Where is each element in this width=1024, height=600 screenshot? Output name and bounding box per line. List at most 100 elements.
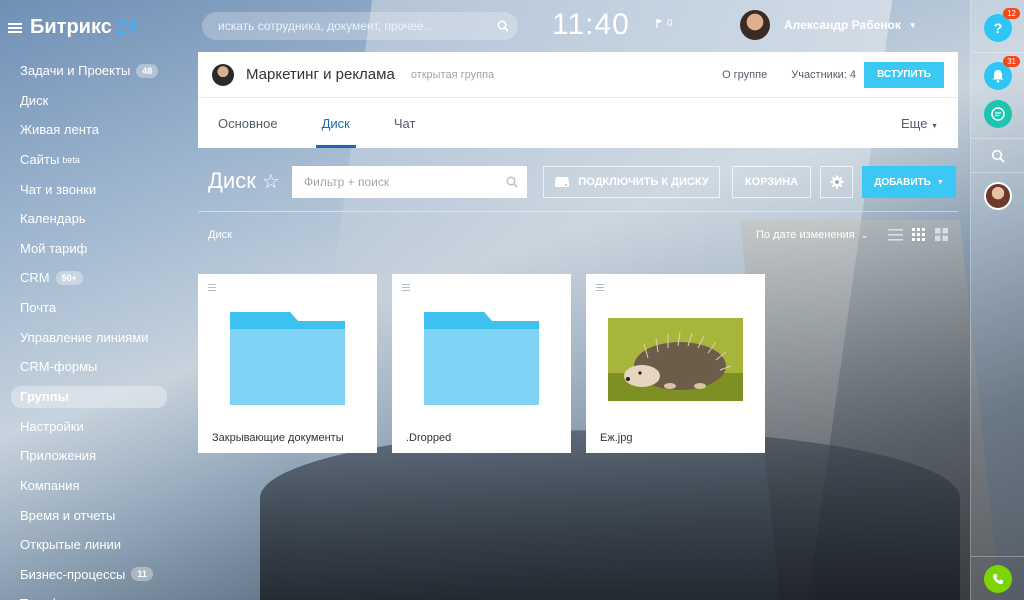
trash-label: КОРЗИНА: [744, 176, 799, 188]
sidebar-item[interactable]: Задачи и Проекты 48: [11, 56, 167, 86]
add-label: ДОБАВИТЬ: [874, 176, 931, 188]
sidebar-item-label: Настройки: [20, 418, 84, 434]
sidebar-item[interactable]: Живая лента: [11, 115, 167, 145]
flag-count: 0: [667, 18, 673, 29]
search-icon[interactable]: [488, 20, 518, 32]
global-search[interactable]: искать сотрудника, документ, прочее...: [202, 12, 518, 40]
join-button[interactable]: ВСТУПИТЬ: [864, 61, 944, 88]
filter-input[interactable]: Фильтр + поиск: [304, 175, 497, 189]
file-name[interactable]: Закрывающие документы: [212, 432, 344, 444]
logo[interactable]: Битрикс 24: [30, 16, 138, 39]
sidebar-menu: Задачи и Проекты 48 Диск Живая лента Сайты be…: [11, 56, 168, 600]
sort-label: По дате изменения: [756, 229, 855, 241]
file-name[interactable]: .Dropped: [406, 432, 451, 444]
view-switcher: [888, 227, 949, 242]
notifications-button[interactable]: 31: [984, 56, 1020, 90]
phone-button[interactable]: [984, 565, 1012, 593]
grid-view-icon[interactable]: [911, 227, 926, 242]
sidebar-item[interactable]: Приложения: [11, 441, 167, 471]
sort-selector[interactable]: По дате изменения ⌄: [756, 229, 868, 241]
sidebar-item[interactable]: CRM 50+: [11, 263, 167, 293]
folder-card[interactable]: Закрывающие документы: [198, 274, 377, 453]
sidebar-item-label: Приложения: [20, 448, 97, 464]
add-button[interactable]: ДОБАВИТЬ ▼: [862, 166, 956, 198]
sidebar-item[interactable]: Чат и звонки: [11, 174, 167, 204]
page-title-text: Диск: [208, 168, 256, 193]
help-button[interactable]: ? 12: [984, 8, 1020, 42]
sidebar-item-label: Открытые линии: [20, 537, 122, 553]
sidebar-item-label: Чат и звонки: [20, 181, 97, 197]
sidebar-item[interactable]: Бизнес-процессы 11: [11, 560, 167, 590]
search-input[interactable]: искать сотрудника, документ, прочее...: [218, 19, 488, 33]
hedgehog-image-thumbnail: [608, 318, 743, 401]
avatar[interactable]: [740, 10, 770, 40]
chat-button[interactable]: [984, 100, 1012, 128]
drag-handle-icon[interactable]: [208, 284, 216, 291]
sidebar-item[interactable]: Сайты beta: [11, 145, 167, 175]
breadcrumb[interactable]: Диск: [208, 229, 232, 241]
sidebar-item[interactable]: CRM-формы: [11, 352, 167, 382]
user-name[interactable]: Александр Рабенок: [784, 18, 901, 32]
counter-badge: 11: [131, 567, 153, 582]
sidebar-item-label: CRM: [20, 270, 50, 286]
more-label: Еще: [900, 115, 928, 131]
filter-search[interactable]: Фильтр + поиск: [292, 166, 527, 198]
sidebar-item[interactable]: Календарь: [11, 204, 167, 234]
file-name[interactable]: Еж.jpg: [600, 432, 632, 444]
drag-handle-icon[interactable]: [402, 284, 410, 291]
divider: [198, 211, 958, 212]
star-icon[interactable]: ☆: [262, 169, 280, 194]
tile-view-icon[interactable]: [934, 227, 949, 242]
beta-label: beta: [62, 154, 80, 165]
group-tab[interactable]: Основное: [218, 98, 278, 148]
group-members-link[interactable]: Участники: 4: [791, 69, 856, 81]
more-menu[interactable]: Еще ▼: [901, 116, 938, 131]
sidebar-item[interactable]: Диск: [11, 86, 167, 116]
group-avatar[interactable]: [212, 63, 234, 86]
bell-icon: [992, 70, 1004, 83]
sidebar-item[interactable]: Компания: [11, 471, 167, 501]
notifications-counter: 31: [1003, 56, 1020, 67]
group-about-link[interactable]: О группе: [722, 69, 767, 81]
settings-button[interactable]: [820, 166, 853, 198]
connect-disk-button[interactable]: ПОДКЛЮЧИТЬ К ДИСКУ: [543, 166, 720, 198]
sidebar-item[interactable]: Телефония: [11, 589, 167, 600]
search-icon: [991, 149, 1005, 163]
sidebar-item[interactable]: Открытые линии: [11, 530, 167, 560]
sidebar-item-label: Время и отчеты: [20, 507, 116, 523]
search-icon[interactable]: [497, 176, 527, 188]
gear-icon: [830, 175, 843, 189]
contact-avatar[interactable]: [984, 182, 1012, 210]
chat-icon: [991, 107, 1005, 121]
list-view-icon[interactable]: [888, 227, 903, 242]
sidebar-item-label: Компания: [20, 478, 80, 494]
group-tab[interactable]: Чат: [394, 98, 416, 148]
flag-counter[interactable]: 0: [656, 18, 673, 29]
group-header-card: Маркетинг и реклама открытая группа О гр…: [198, 52, 958, 148]
trash-button[interactable]: КОРЗИНА: [732, 166, 811, 198]
sidebar-item-label: Задачи и Проекты: [20, 63, 131, 79]
clock[interactable]: 11:40: [552, 8, 630, 42]
logo-name: Битрикс: [30, 16, 112, 38]
sidebar-item[interactable]: Управление линиями: [11, 322, 167, 352]
folder-card[interactable]: .Dropped: [392, 274, 571, 453]
search-button[interactable]: [984, 142, 1012, 170]
counter-badge: 48: [136, 63, 159, 78]
sidebar-item[interactable]: Настройки: [11, 412, 167, 442]
hard-drive-icon: [555, 177, 570, 187]
group-title[interactable]: Маркетинг и реклама: [246, 66, 395, 83]
group-tab[interactable]: Диск: [315, 98, 357, 148]
image-card[interactable]: Еж.jpg: [586, 274, 765, 453]
chevron-down-icon[interactable]: ▼: [909, 21, 917, 30]
sidebar-item[interactable]: Группы: [11, 385, 168, 408]
sidebar-item[interactable]: Мой тариф: [11, 234, 167, 264]
sidebar-item-label: Телефония: [20, 596, 88, 600]
menu-icon[interactable]: [8, 22, 22, 33]
sidebar-item[interactable]: Время и отчеты: [11, 500, 167, 530]
help-icon: ?: [993, 20, 1003, 36]
sidebar-item-label: Календарь: [20, 211, 86, 227]
user-menu[interactable]: Александр Рабенок ▼: [740, 10, 917, 40]
drag-handle-icon[interactable]: [596, 284, 604, 291]
help-counter: 12: [1003, 8, 1020, 19]
sidebar-item[interactable]: Почта: [11, 293, 167, 323]
